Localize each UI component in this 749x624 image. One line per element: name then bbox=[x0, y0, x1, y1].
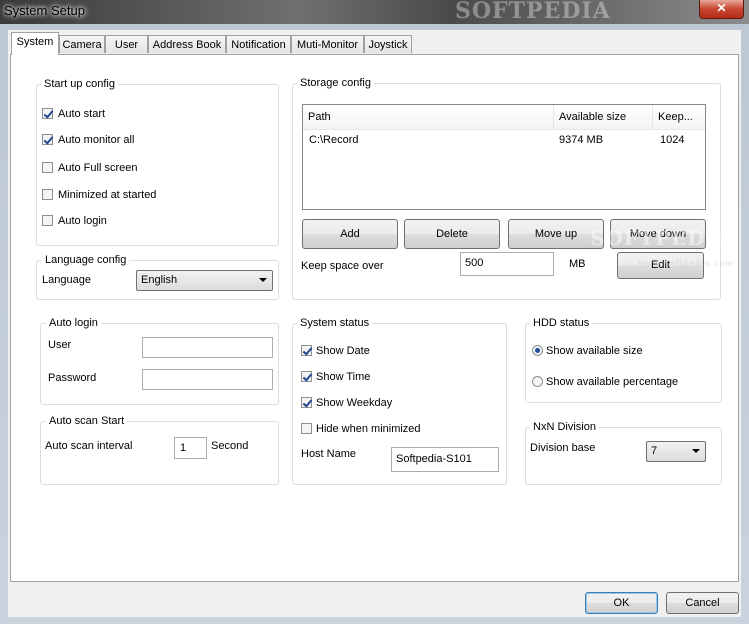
keep-space-unit: MB bbox=[569, 258, 586, 270]
tab-muti-monitor[interactable]: Muti-Monitor bbox=[291, 35, 364, 53]
cancel-button[interactable]: Cancel bbox=[666, 592, 739, 614]
auto-login-checkbox[interactable] bbox=[42, 215, 53, 226]
row-available-cell: 9374 MB bbox=[559, 134, 604, 146]
column-header-path[interactable]: Path bbox=[303, 105, 554, 129]
hdd-status-group bbox=[525, 323, 722, 403]
column-header-keep[interactable]: Keep... bbox=[653, 105, 705, 129]
password-label: Password bbox=[48, 372, 97, 384]
show-date-checkbox[interactable] bbox=[301, 345, 312, 356]
show-available-size-label: Show available size bbox=[546, 345, 643, 357]
auto-login-title: Auto login bbox=[46, 317, 101, 330]
show-weekday-label: Show Weekday bbox=[316, 397, 393, 409]
host-name-field[interactable]: Softpedia-S101 bbox=[391, 447, 499, 472]
watermark-middle: SOFTPEDIA bbox=[590, 226, 733, 250]
auto-scan-interval-label: Auto scan interval bbox=[45, 440, 133, 452]
show-weekday-checkbox[interactable] bbox=[301, 397, 312, 408]
tab-notification-label: Notification bbox=[231, 39, 286, 51]
tab-system[interactable]: System bbox=[11, 32, 59, 55]
host-name-label: Host Name bbox=[301, 448, 357, 460]
language-config-title: Language config bbox=[42, 254, 130, 267]
watermark-top: SOFTPEDIA bbox=[455, 0, 611, 24]
close-button[interactable]: ✕ bbox=[699, 0, 744, 19]
hdd-status-title: HDD status bbox=[530, 317, 593, 330]
minimized-at-started-checkbox[interactable] bbox=[42, 189, 53, 200]
tab-user-label: User bbox=[114, 39, 139, 51]
system-status-title: System status bbox=[297, 317, 373, 330]
auto-login-check-label: Auto login bbox=[58, 215, 107, 227]
watermark-small: www.softpedia.com bbox=[638, 259, 734, 268]
keep-space-field[interactable]: 500 bbox=[460, 252, 554, 276]
hide-when-minimized-label: Hide when minimized bbox=[316, 423, 421, 435]
chevron-down-icon bbox=[259, 278, 267, 282]
keep-space-label: Keep space over bbox=[301, 260, 384, 272]
language-label: Language bbox=[42, 274, 91, 286]
close-icon: ✕ bbox=[716, 1, 727, 15]
row-keep-cell: 1024 bbox=[660, 134, 685, 146]
tab-address-book-label: Address Book bbox=[152, 39, 222, 51]
auto-start-checkbox[interactable] bbox=[42, 108, 53, 119]
window-title: System Setup bbox=[4, 3, 85, 18]
storage-config-title: Storage config bbox=[297, 77, 374, 90]
chevron-down-icon bbox=[692, 449, 700, 453]
language-select[interactable]: English bbox=[136, 270, 273, 291]
tab-muti-monitor-label: Muti-Monitor bbox=[296, 39, 359, 51]
auto-scan-unit-label: Second bbox=[211, 440, 249, 452]
tab-user[interactable]: User bbox=[105, 35, 148, 53]
tab-joystick-label: Joystick bbox=[368, 39, 408, 51]
auto-login-group bbox=[40, 323, 279, 405]
show-available-percentage-radio[interactable] bbox=[532, 376, 543, 387]
user-label: User bbox=[48, 339, 72, 351]
startup-config-title: Start up config bbox=[41, 78, 118, 91]
auto-full-screen-label: Auto Full screen bbox=[58, 162, 138, 174]
password-field[interactable] bbox=[142, 369, 273, 390]
show-date-label: Show Date bbox=[316, 345, 370, 357]
minimized-at-started-label: Minimized at started bbox=[58, 189, 157, 201]
tab-camera-label: Camera bbox=[62, 39, 102, 51]
division-base-value: 7 bbox=[651, 445, 658, 457]
auto-start-label: Auto start bbox=[58, 108, 106, 120]
language-select-value: English bbox=[141, 274, 178, 286]
add-button[interactable]: Add bbox=[302, 219, 398, 249]
auto-scan-interval-field[interactable]: 1 bbox=[174, 437, 207, 459]
row-path-cell: C:\Record bbox=[309, 134, 359, 146]
tab-address-book[interactable]: Address Book bbox=[148, 35, 226, 53]
tab-camera[interactable]: Camera bbox=[59, 35, 105, 53]
show-available-size-radio[interactable] bbox=[532, 345, 543, 356]
storage-list-header: Path Available size Keep... bbox=[303, 105, 705, 130]
division-base-label: Division base bbox=[530, 442, 596, 454]
hide-when-minimized-checkbox[interactable] bbox=[301, 423, 312, 434]
storage-path-list[interactable]: Path Available size Keep... C:\Record 93… bbox=[302, 104, 706, 210]
ok-button[interactable]: OK bbox=[585, 592, 658, 614]
show-time-label: Show Time bbox=[316, 371, 371, 383]
delete-button[interactable]: Delete bbox=[404, 219, 500, 249]
user-field[interactable] bbox=[142, 337, 273, 358]
column-header-available-size[interactable]: Available size bbox=[554, 105, 653, 129]
nxn-division-title: NxN Division bbox=[530, 421, 599, 434]
auto-full-screen-checkbox[interactable] bbox=[42, 162, 53, 173]
auto-scan-group bbox=[40, 421, 279, 485]
division-base-select[interactable]: 7 bbox=[646, 441, 706, 462]
auto-scan-title: Auto scan Start bbox=[46, 415, 128, 428]
title-bar[interactable]: System Setup SOFTPEDIA ✕ bbox=[0, 0, 749, 24]
auto-monitor-all-checkbox[interactable] bbox=[42, 134, 53, 145]
tab-notification[interactable]: Notification bbox=[226, 35, 291, 53]
tab-system-label: System bbox=[16, 36, 54, 48]
show-available-percentage-label: Show available percentage bbox=[546, 376, 679, 388]
auto-monitor-all-label: Auto monitor all bbox=[58, 134, 135, 146]
show-time-checkbox[interactable] bbox=[301, 371, 312, 382]
tab-joystick[interactable]: Joystick bbox=[364, 35, 412, 53]
